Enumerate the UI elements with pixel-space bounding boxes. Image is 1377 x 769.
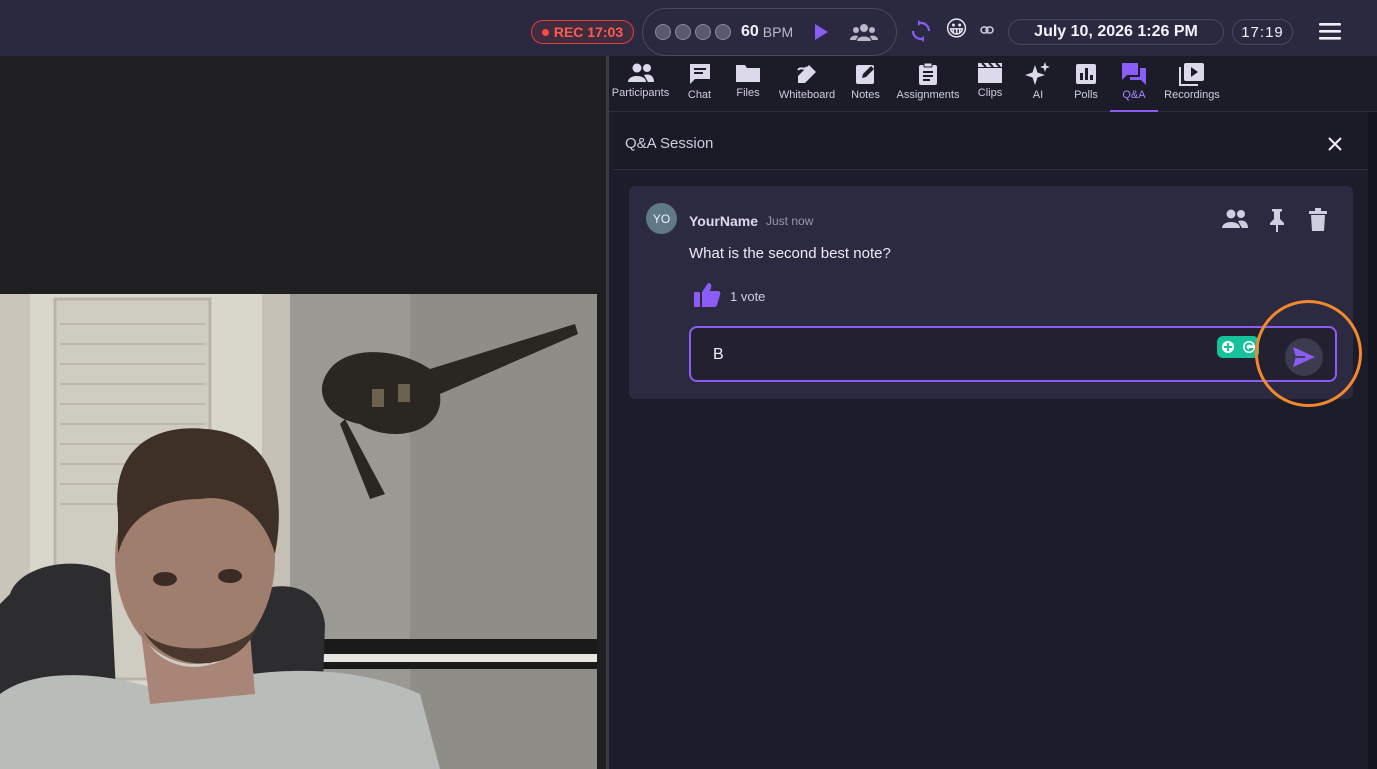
chat-icon [689, 64, 710, 84]
delete-icon[interactable] [1309, 208, 1327, 232]
tab-notes[interactable]: Notes [849, 56, 882, 112]
session-clock: 17:19 [1232, 19, 1293, 45]
participant-video [0, 294, 597, 769]
panel-tabs: Participants Chat Files Whiteboard Notes… [609, 56, 1377, 112]
side-panel: Participants Chat Files Whiteboard Notes… [609, 56, 1377, 769]
polls-icon [1076, 64, 1096, 84]
panel-scroll-track [1368, 112, 1377, 769]
tab-polls[interactable]: Polls [1071, 56, 1101, 112]
tab-label: Chat [687, 89, 712, 101]
assignments-icon [919, 62, 937, 85]
tab-label: Recordings [1164, 89, 1220, 101]
tab-clips[interactable]: Clips [975, 56, 1005, 112]
recordings-icon [1179, 63, 1204, 86]
folder-icon [736, 65, 760, 82]
people-icon[interactable] [849, 22, 879, 42]
beat-indicator-4 [715, 24, 731, 40]
bpm-unit: BPM [762, 24, 794, 40]
tab-participants[interactable]: Participants [609, 56, 672, 112]
recording-badge[interactable]: REC 17:03 [531, 20, 634, 44]
tab-label: Polls [1074, 89, 1098, 101]
close-icon[interactable] [1327, 136, 1343, 152]
qa-session-header [613, 112, 1368, 170]
tab-assignments[interactable]: Assignments [893, 56, 963, 112]
tab-files[interactable]: Files [733, 56, 763, 112]
video-placeholder-area [0, 56, 608, 294]
pin-icon[interactable] [1267, 208, 1287, 232]
beat-indicator-3 [695, 24, 711, 40]
tab-label: Whiteboard [778, 89, 836, 101]
recording-timer: REC 17:03 [553, 24, 624, 40]
metronome: 60 BPM [642, 8, 897, 56]
send-button-highlight-circle [1255, 300, 1362, 407]
question-author: YourName [689, 213, 758, 229]
webcam-frame-image [0, 294, 597, 769]
grammarly-plus-icon [1221, 341, 1234, 353]
tab-label: Participants [611, 87, 670, 99]
grammarly-widget[interactable] [1217, 336, 1259, 358]
panel-title: Q&A Session [625, 135, 714, 152]
ai-sparkle-icon [1025, 62, 1050, 85]
tab-whiteboard[interactable]: Whiteboard [775, 56, 839, 112]
vote-count: 1 vote [730, 289, 766, 304]
tab-label: AI [1032, 89, 1044, 101]
record-dot-icon [541, 28, 549, 36]
tab-ai[interactable]: AI [1023, 56, 1053, 112]
bpm-value[interactable]: 60 [741, 23, 759, 41]
whiteboard-icon [797, 65, 816, 83]
question-card: YO YourName Just now What is the second … [629, 186, 1353, 399]
sync-icon[interactable] [910, 20, 932, 42]
clips-icon [978, 62, 1002, 83]
answer-input[interactable] [713, 344, 1193, 366]
tab-label: Files [736, 87, 760, 99]
menu-icon[interactable] [1319, 22, 1341, 40]
tab-recordings[interactable]: Recordings [1162, 56, 1222, 112]
tab-label: Assignments [896, 89, 960, 101]
qa-icon [1122, 63, 1146, 85]
notes-icon [855, 65, 874, 84]
question-timestamp: Just now [766, 214, 814, 228]
top-bar: REC 17:03 60 BPM 😀 July 10, 2026 1:26 PM… [0, 0, 1377, 56]
tab-label: Clips [977, 87, 1003, 99]
avatar: YO [646, 203, 677, 234]
tab-label: Notes [851, 89, 880, 101]
beat-indicator-1 [655, 24, 671, 40]
tab-qa[interactable]: Q&A [1110, 56, 1158, 112]
participants-icon [627, 63, 654, 82]
thumbs-up-icon[interactable] [693, 282, 721, 308]
session-datetime: July 10, 2026 1:26 PM [1008, 19, 1224, 45]
grammarly-icon [1242, 341, 1255, 353]
link-icon[interactable] [980, 25, 994, 35]
answer-input-box [689, 326, 1337, 382]
play-icon[interactable] [813, 23, 829, 41]
reaction-emoji-icon[interactable]: 😀 [945, 17, 968, 41]
assign-people-icon[interactable] [1221, 208, 1249, 230]
tab-label: Q&A [1122, 89, 1146, 101]
tab-chat[interactable]: Chat [683, 56, 716, 112]
beat-indicator-2 [675, 24, 691, 40]
question-text: What is the second best note? [689, 245, 891, 262]
